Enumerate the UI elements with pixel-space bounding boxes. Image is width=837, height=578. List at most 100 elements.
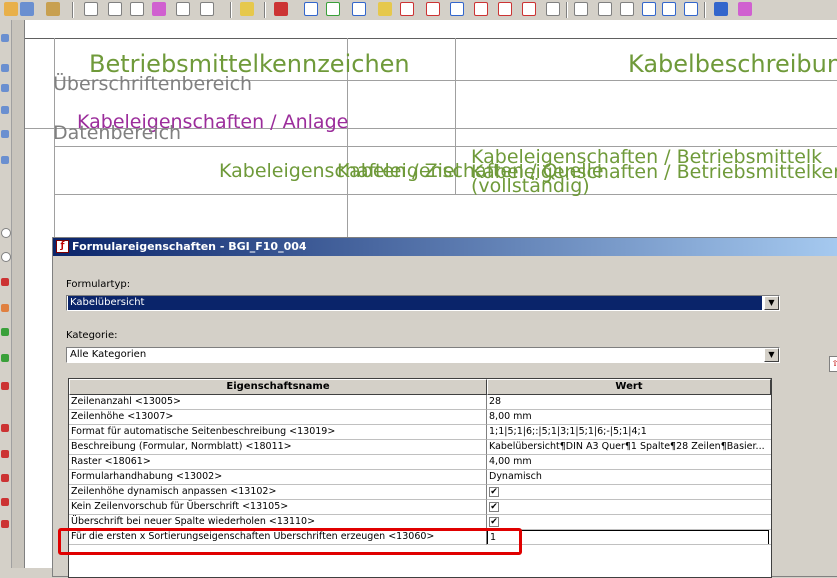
toolbar-icon[interactable] <box>20 2 34 16</box>
tool-icon[interactable] <box>1 228 11 238</box>
toolbar-icon[interactable] <box>522 2 536 16</box>
toolbar-icon[interactable] <box>4 2 18 16</box>
toolbar-icon[interactable] <box>574 2 588 16</box>
header-kabelbeschreibung[interactable]: Kabelbeschreibun <box>628 50 837 78</box>
tool-icon[interactable] <box>1 498 9 506</box>
tool-icon[interactable] <box>1 354 9 362</box>
tool-icon[interactable] <box>1 474 9 482</box>
table-row[interactable]: Überschrift bei neuer Spalte wiederholen… <box>69 515 771 530</box>
property-value: ✔ <box>487 500 771 515</box>
tool-icon[interactable] <box>1 252 11 262</box>
toolbar-icon[interactable] <box>274 2 288 16</box>
table-row[interactable]: Raster <18061> 4,00 mm <box>69 455 771 470</box>
property-value[interactable]: 1;1|5;1|6;:|5;1|3;1|5;1|6;-|5;1|4;1 <box>487 425 771 440</box>
formulartyp-select[interactable]: Kabelübersicht ▼ <box>66 295 780 311</box>
tool-icon[interactable] <box>1 382 9 390</box>
tool-icon[interactable] <box>1 64 9 72</box>
toolbar-icon[interactable] <box>200 2 214 16</box>
toolbar-icon[interactable] <box>130 2 144 16</box>
property-name: Für die ersten x Sortierungseigenschafte… <box>69 530 487 545</box>
chevron-down-icon[interactable]: ▼ <box>764 348 779 362</box>
chevron-down-icon[interactable]: ▼ <box>764 296 779 310</box>
field-kabeleigenschaften-vollstaendig[interactable]: (vollständig) <box>471 175 590 197</box>
toolbar-icon[interactable] <box>474 2 488 16</box>
toolbar-icon[interactable] <box>304 2 318 16</box>
toolbar-icon[interactable] <box>378 2 392 16</box>
formulartyp-label: Formulartyp: <box>66 279 131 290</box>
kategorie-select[interactable]: Alle Kategorien ▼ <box>66 347 780 363</box>
property-value[interactable]: 4,00 mm <box>487 455 771 470</box>
toolbar-separator <box>566 2 568 18</box>
tool-icon[interactable] <box>1 424 9 432</box>
ruler-strip <box>12 20 25 568</box>
toolbar-icon[interactable] <box>546 2 560 16</box>
tool-icon[interactable] <box>1 520 9 528</box>
checkbox-kein-zeilenvorschub[interactable]: ✔ <box>489 502 499 512</box>
left-tool-strip <box>0 20 12 568</box>
toolbar-icon[interactable] <box>450 2 464 16</box>
grid-line <box>25 38 837 39</box>
toolbar-icon[interactable] <box>662 2 676 16</box>
property-value[interactable]: Dynamisch <box>487 470 771 485</box>
col-header-eigenschaftsname[interactable]: Eigenschaftsname <box>69 379 487 395</box>
toolbar-icon[interactable] <box>400 2 414 16</box>
toolbar-icon[interactable] <box>620 2 634 16</box>
table-row[interactable]: Beschreibung (Formular, Normblatt) <1801… <box>69 440 771 455</box>
formulartyp-value: Kabelübersicht <box>68 296 762 310</box>
property-value[interactable]: Kabelübersicht¶DIN A3 Quer¶1 Spalte¶28 Z… <box>487 440 771 455</box>
toolbar-icon[interactable] <box>598 2 612 16</box>
main-toolbar <box>0 0 837 21</box>
table-row[interactable]: Zeilenhöhe <13007> 8,00 mm <box>69 410 771 425</box>
property-name: Raster <18061> <box>69 455 487 470</box>
property-name: Zeilenhöhe <13007> <box>69 410 487 425</box>
toolbar-icon[interactable] <box>176 2 190 16</box>
toolbar-icon[interactable] <box>152 2 166 16</box>
kategorie-value: Alle Kategorien <box>70 349 147 360</box>
property-value: ✔ <box>487 515 771 530</box>
col-header-wert[interactable]: Wert <box>487 379 771 395</box>
tool-icon[interactable] <box>1 450 9 458</box>
tool-icon[interactable] <box>1 84 9 92</box>
table-row[interactable]: Zeilenanzahl <13005> 28 <box>69 395 771 410</box>
property-name: Überschrift bei neuer Spalte wiederholen… <box>69 515 487 530</box>
dialog-titlebar[interactable]: ƒ Formulareigenschaften - BGI_F10_004 <box>53 238 837 256</box>
toolbar-icon[interactable] <box>684 2 698 16</box>
toolbar-icon[interactable] <box>714 2 728 16</box>
table-row[interactable]: Format für automatische Seitenbeschreibu… <box>69 425 771 440</box>
toolbar-icon[interactable] <box>642 2 656 16</box>
tool-icon[interactable] <box>1 278 9 286</box>
toolbar-icon[interactable] <box>326 2 340 16</box>
toolbar-icon[interactable] <box>46 2 60 16</box>
property-value[interactable]: 8,00 mm <box>487 410 771 425</box>
tool-icon[interactable] <box>1 106 9 114</box>
tool-icon[interactable] <box>1 328 9 336</box>
toolbar-separator <box>264 2 266 18</box>
tool-icon[interactable] <box>1 34 9 42</box>
property-name: Format für automatische Seitenbeschreibu… <box>69 425 487 440</box>
table-row[interactable]: Für die ersten x Sortierungseigenschafte… <box>69 530 771 545</box>
table-row[interactable]: Formularhandhabung <13002> Dynamisch <box>69 470 771 485</box>
section-datenbereich: Datenbereich <box>53 122 182 144</box>
export-icon[interactable]: ⇧ <box>829 356 837 372</box>
toolbar-icon[interactable] <box>84 2 98 16</box>
toolbar-icon[interactable] <box>352 2 366 16</box>
toolbar-icon[interactable] <box>426 2 440 16</box>
checkbox-ueberschrift-wiederholen[interactable]: ✔ <box>489 517 499 527</box>
tool-icon[interactable] <box>1 156 9 164</box>
property-name: Formularhandhabung <13002> <box>69 470 487 485</box>
grid-line <box>54 194 837 195</box>
toolbar-icon[interactable] <box>738 2 752 16</box>
toolbar-separator <box>704 2 706 18</box>
toolbar-icon[interactable] <box>240 2 254 16</box>
tool-icon[interactable] <box>1 130 9 138</box>
table-row[interactable]: Kein Zeilenvorschub für Überschrift <131… <box>69 500 771 515</box>
toolbar-icon[interactable] <box>108 2 122 16</box>
property-value[interactable]: 28 <box>487 395 771 410</box>
property-name: Beschreibung (Formular, Normblatt) <1801… <box>69 440 487 455</box>
value-edit-input[interactable]: 1 <box>487 530 769 544</box>
kategorie-label: Kategorie: <box>66 330 118 341</box>
checkbox-zeilenhoehe-dynamisch[interactable]: ✔ <box>489 487 499 497</box>
table-row[interactable]: Zeilenhöhe dynamisch anpassen <13102> ✔ <box>69 485 771 500</box>
tool-icon[interactable] <box>1 304 9 312</box>
toolbar-icon[interactable] <box>498 2 512 16</box>
